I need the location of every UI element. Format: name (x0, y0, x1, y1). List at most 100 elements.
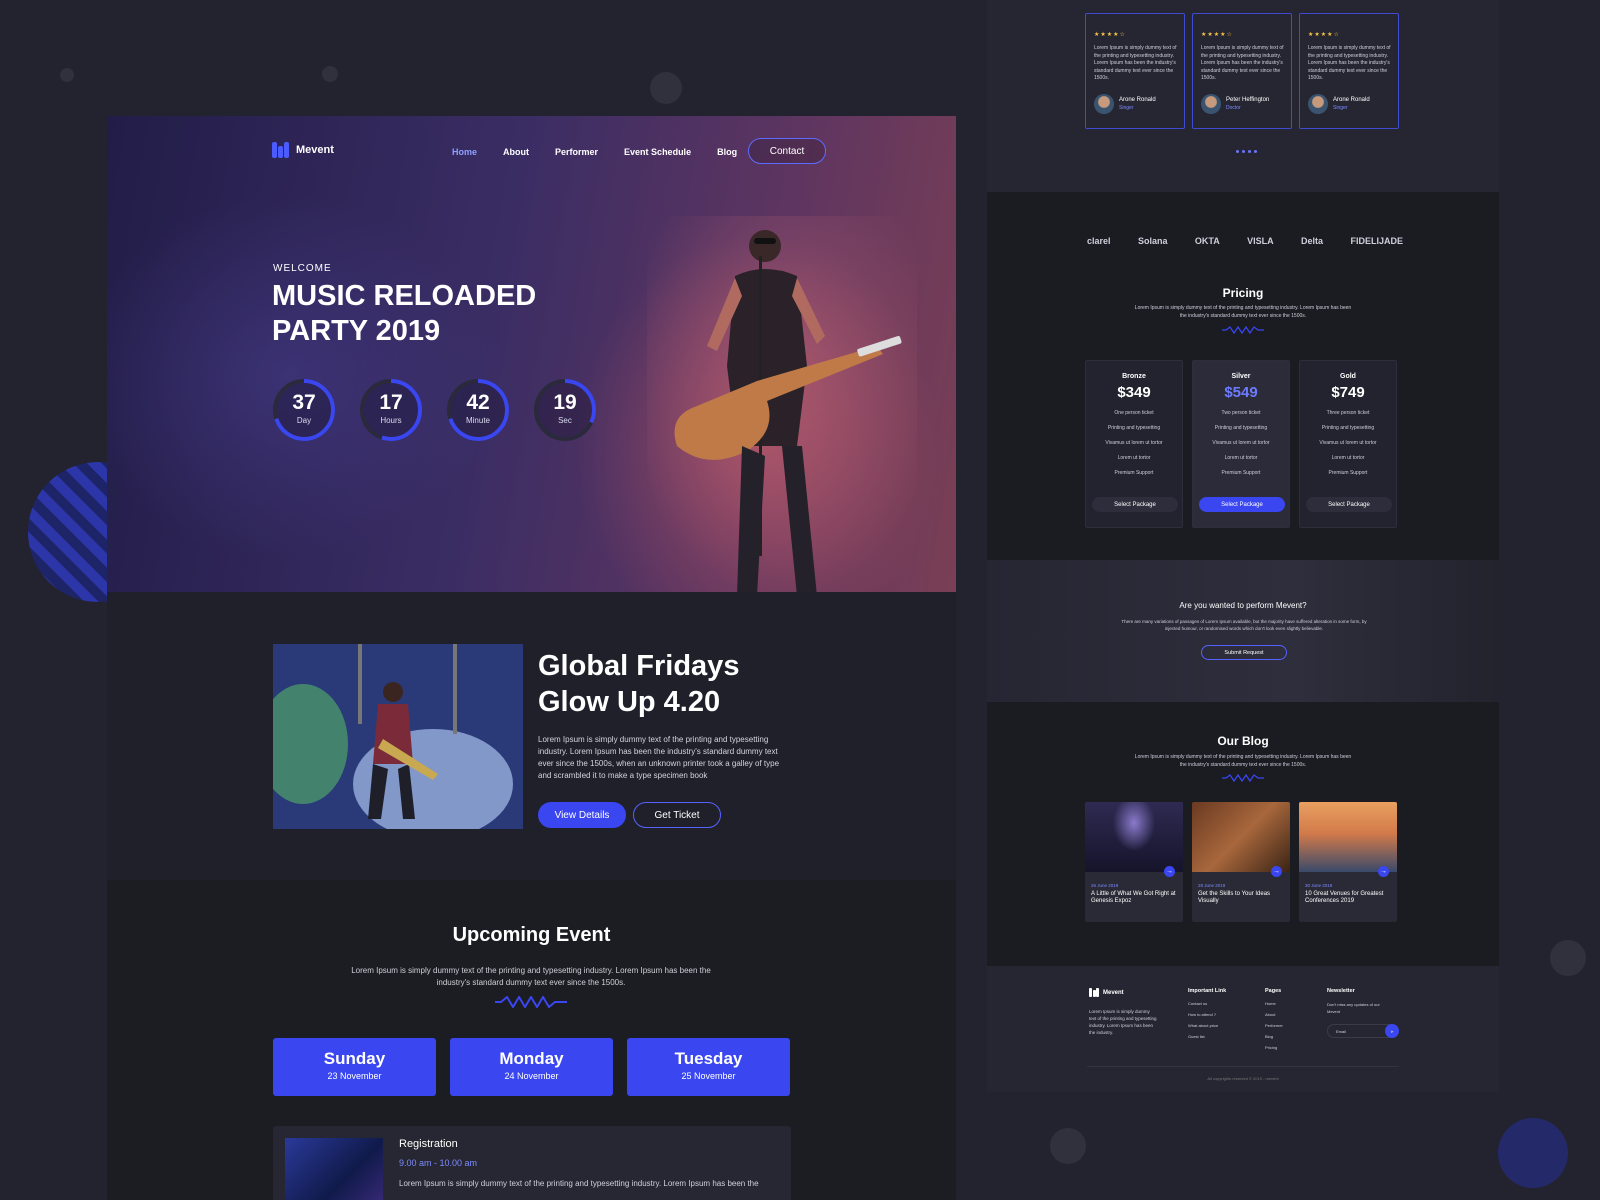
testimonial-role: Doctor (1226, 105, 1241, 111)
countdown-label: Sec (558, 416, 572, 425)
decor-dot (60, 68, 74, 82)
brand-logo-solana: Solana (1137, 236, 1168, 246)
send-icon[interactable]: ➤ (1385, 1024, 1399, 1038)
top-navigation: Mevent Home About Performer Event Schedu… (272, 138, 826, 168)
featured-event-title: Global Fridays Glow Up 4.20 (538, 650, 740, 718)
footer-link[interactable]: How to attend ? (1188, 1012, 1226, 1017)
avatar (1094, 94, 1114, 114)
countdown-timer: 37 Day 17 Hours 42 Minute 19 Sec (272, 378, 597, 442)
testimonial-card: ★★★★☆ Lorem Ipsum is simply dummy text o… (1085, 13, 1185, 129)
day-name: Sunday (323, 1049, 386, 1068)
brand-logo-clarel: clarel (1087, 236, 1111, 246)
arrow-right-icon[interactable]: → (1378, 866, 1389, 877)
decor-dot (1550, 940, 1586, 976)
day-tab-sunday[interactable]: Sunday 23 November (273, 1038, 436, 1096)
footer-link[interactable]: Home (1265, 1001, 1283, 1006)
brand-logo[interactable]: Mevent (272, 142, 334, 158)
countdown-label: Day (296, 416, 312, 425)
day-date: 24 November (504, 1071, 559, 1081)
select-package-button[interactable]: Select Package (1199, 497, 1285, 512)
blog-post-title: A Little of What We Got Right at Genesis… (1091, 891, 1176, 904)
footer-newsletter: Newsletter Don't miss any updates of our… (1327, 988, 1407, 1048)
blog-card[interactable]: → 28 June 2019 Get the Skills to Your Id… (1192, 802, 1290, 922)
blog-post-title: 10 Great Venues for Greatest Conferences… (1305, 891, 1384, 904)
footer-link[interactable]: What about price (1188, 1023, 1226, 1028)
cta-description: There are many variations of passages of… (1121, 619, 1367, 631)
schedule-item[interactable]: Registration 9.00 am - 10.00 am Lorem Ip… (273, 1126, 791, 1200)
pricing-title: Pricing (1222, 286, 1264, 300)
blog-description: Lorem Ipsum is simply dummy text of the … (1134, 754, 1352, 768)
nav-link-blog[interactable]: Blog (717, 147, 737, 157)
day-name: Tuesday (674, 1049, 743, 1068)
testimonial-name: Arone Ronald (1333, 97, 1370, 103)
footer-link[interactable]: Blog (1265, 1034, 1283, 1039)
nav-link-event-schedule[interactable]: Event Schedule (624, 147, 691, 157)
footer-brand-name: Mevent (1103, 989, 1124, 996)
arrow-right-icon[interactable]: → (1271, 866, 1282, 877)
countdown-value: 17 (379, 391, 403, 414)
footer-link[interactable]: Guest list (1188, 1034, 1226, 1039)
footer-link[interactable]: About (1265, 1012, 1283, 1017)
nav-links: Home About Performer Event Schedule Blog (452, 147, 737, 157)
blog-title: Our Blog (1217, 734, 1269, 748)
footer-column-title: Important Link (1188, 988, 1227, 994)
plan-name: Gold (1340, 373, 1356, 380)
contact-button[interactable]: Contact (748, 138, 826, 164)
plan-feature: Vivamus ut lorem ut tortor (1319, 440, 1377, 446)
day-tab-tuesday[interactable]: Tuesday 25 November (627, 1038, 790, 1096)
plan-feature: Lorem ut tortor (1224, 455, 1258, 461)
day-date: 25 November (681, 1071, 736, 1081)
day-tab-monday[interactable]: Monday 24 November (450, 1038, 613, 1096)
footer-important-links: Important Link Contact us How to attend … (1188, 988, 1226, 1045)
blog-date: 28 June 2019 (1198, 883, 1226, 888)
plan-price: $749 (1331, 384, 1365, 401)
brand-logos: clarel Solana OKTA VISLA Delta FIDELIJAD… (1087, 236, 1403, 246)
hero-title: MUSIC RELOADED PARTY 2019 (272, 280, 537, 347)
countdown-label: Minute (465, 416, 490, 425)
footer-column-title: Newsletter (1327, 988, 1355, 994)
logo-icon (272, 142, 290, 158)
testimonial-name: Arone Ronald (1119, 97, 1156, 103)
cta-title: Are you wanted to perform Mevent? (1179, 601, 1307, 610)
blog-image (1085, 802, 1183, 872)
nav-link-about[interactable]: About (503, 147, 529, 157)
upcoming-event-title: Upcoming Event (452, 924, 611, 946)
nav-link-home[interactable]: Home (452, 147, 477, 157)
testimonial-quote: Lorem Ipsum is simply dummy text of the … (1201, 45, 1284, 81)
plan-feature: Premium Support (1114, 470, 1154, 476)
plan-feature: Premium Support (1221, 470, 1261, 476)
countdown-value: 42 (466, 391, 490, 414)
testimonial-role: Singer (1119, 105, 1134, 111)
footer-link[interactable]: Performer (1265, 1023, 1283, 1028)
upcoming-event-description: Lorem Ipsum is simply dummy text of the … (351, 966, 711, 987)
event-day-tabs: Sunday 23 November Monday 24 November Tu… (273, 1038, 790, 1096)
pricing-card-silver: Silver $549 Two person ticket Printing a… (1192, 360, 1290, 528)
pricing-card-gold: Gold $749 Three person ticket Printing a… (1299, 360, 1397, 528)
arrow-right-icon[interactable]: → (1164, 866, 1175, 877)
select-package-button[interactable]: Select Package (1306, 497, 1392, 512)
schedule-item-description: Lorem Ipsum is simply dummy text of the … (399, 1179, 759, 1188)
countdown-seconds: 19 Sec (533, 378, 597, 442)
plan-name: Silver (1231, 373, 1251, 380)
blog-card[interactable]: → 30 June 2019 10 Great Venues for Great… (1299, 802, 1397, 922)
brand-logo-okta: OKTA (1194, 236, 1220, 246)
nav-link-performer[interactable]: Performer (555, 147, 598, 157)
plan-feature: Three person ticket (1326, 410, 1370, 416)
footer-link[interactable]: Contact us (1188, 1001, 1226, 1006)
site-footer: Mevent Lorem Ipsum is simply dummy text … (987, 966, 1499, 1092)
landing-page-continued: ★★★★☆ Lorem Ipsum is simply dummy text o… (987, 0, 1499, 1092)
blog-card[interactable]: → 26 June 2019 A Little of What We Got R… (1085, 802, 1183, 922)
decor-dot (1050, 1128, 1086, 1164)
performer-image (647, 216, 917, 592)
get-ticket-button[interactable]: Get Ticket (633, 802, 721, 828)
footer-link[interactable]: Pricing (1265, 1045, 1283, 1050)
submit-request-button[interactable]: Submit Request (1201, 645, 1287, 660)
hero-welcome: WELCOME (273, 263, 332, 274)
select-package-button[interactable]: Select Package (1092, 497, 1178, 512)
plan-feature: Vivamus ut lorem ut tortor (1105, 440, 1163, 446)
view-details-button[interactable]: View Details (538, 802, 626, 828)
copyright-text: All copyrights reserved © 2019 - mevent (1207, 1076, 1279, 1081)
blog-date: 26 June 2019 (1091, 883, 1119, 888)
footer-logo[interactable]: Mevent (1089, 988, 1124, 997)
carousel-dots[interactable] (1236, 150, 1257, 153)
